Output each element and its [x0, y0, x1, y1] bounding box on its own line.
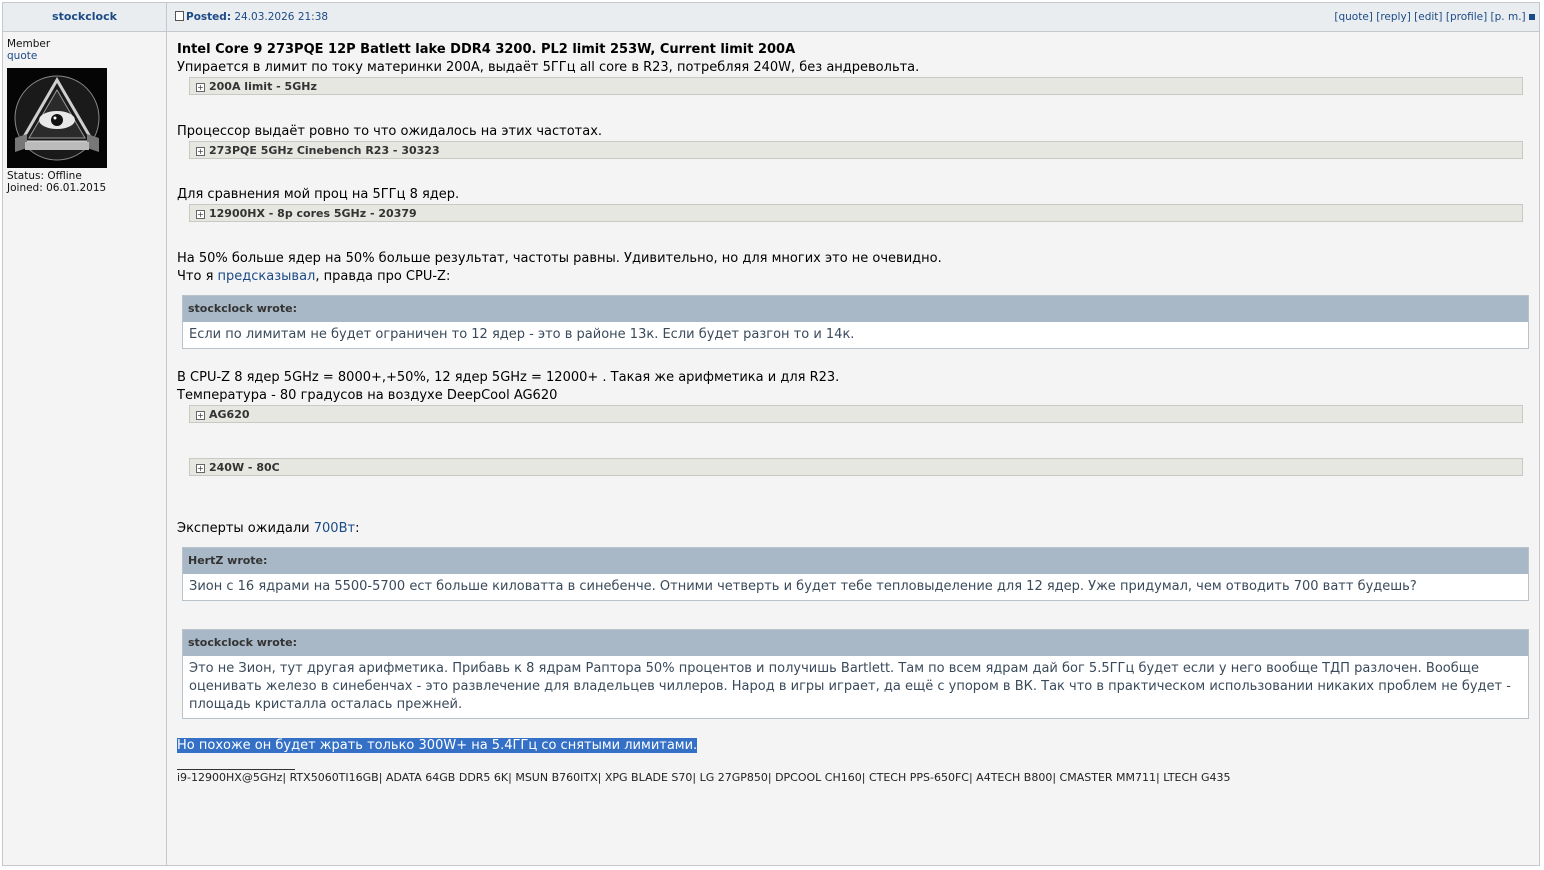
author-status: Status: Offline	[7, 170, 82, 182]
expand-icon: +	[196, 209, 205, 219]
reply-action[interactable]: [reply]	[1376, 11, 1411, 23]
quote-body: Если по лимитам не будет ограничен то 12…	[189, 327, 855, 342]
quote-header: stockclock wrote:	[183, 630, 1528, 656]
post-body: Intel Core 9 273PQE 12P Batlett lake DDR…	[177, 41, 1529, 786]
text: :	[355, 521, 360, 536]
quote-block: stockclock wrote: Если по лимитам не буд…	[182, 295, 1529, 349]
quote-header: stockclock wrote:	[183, 296, 1528, 322]
edit-action[interactable]: [edit]	[1414, 11, 1442, 23]
posted-date: 24.03.2026 21:38	[234, 11, 329, 23]
author-meta: Member quote Status: Offline Joined: 06.	[3, 32, 166, 200]
author-column: stockclock Member quote Status: Offline …	[3, 3, 167, 865]
paragraph: Температура - 80 градусов на воздухе Dee…	[177, 388, 558, 403]
spoiler-title: 273PQE 5GHz Cinebench R23 - 30323	[209, 144, 440, 157]
quote-header: HertZ wrote:	[183, 548, 1528, 574]
quote-action[interactable]: [quote]	[1334, 11, 1373, 23]
expand-icon: +	[196, 410, 205, 420]
700w-link[interactable]: 700Вт	[314, 521, 355, 536]
top-anchor-icon[interactable]	[1529, 14, 1535, 20]
paragraph: Для сравнения мой проц на 5ГГц 8 ядер.	[177, 187, 460, 202]
spoiler-title: 12900HX - 8p cores 5GHz - 20379	[209, 207, 417, 220]
author-name[interactable]: stockclock	[3, 3, 166, 32]
quote-body: Зион с 16 ядрами на 5500-5700 ест больше…	[189, 579, 1417, 594]
spoiler-toggle[interactable]: +12900HX - 8p cores 5GHz - 20379	[189, 204, 1523, 222]
paragraph: Эксперты ожидали 700Вт:	[177, 520, 1529, 538]
spoiler-title: 200A limit - 5GHz	[209, 80, 317, 93]
post-frame: stockclock Member quote Status: Offline …	[2, 2, 1540, 866]
selected-paragraph: Но похоже он будет жрать только 300W+ на…	[177, 737, 1529, 755]
expand-icon: +	[196, 82, 205, 92]
text: , правда про CPU-Z:	[315, 269, 451, 284]
text: Эксперты ожидали	[177, 521, 314, 536]
paragraph: Упирается в лимит по току материнки 200А…	[177, 60, 920, 75]
post-actions: [quote] [reply] [edit] [profile] [p. m.]	[1334, 3, 1535, 31]
author-joined: Joined: 06.01.2015	[7, 182, 107, 194]
author-quote-link[interactable]: quote	[7, 50, 37, 62]
post-title: Intel Core 9 273PQE 12P Batlett lake DDR…	[177, 42, 796, 57]
quote-body: Это не Зион, тут другая арифметика. Приб…	[189, 661, 1511, 712]
avatar	[7, 68, 107, 168]
author-rank: Member	[7, 38, 51, 50]
selected-text: Но похоже он будет жрать только 300W+ на…	[177, 738, 698, 753]
spoiler-toggle[interactable]: +240W - 80C	[189, 458, 1523, 476]
profile-action[interactable]: [profile]	[1446, 11, 1487, 23]
paragraph: На 50% больше ядер на 50% больше результ…	[177, 251, 942, 266]
post-column: Posted: 24.03.2026 21:38 [quote] [reply]…	[167, 3, 1539, 865]
paragraph: Что я предсказывал, правда про CPU-Z:	[177, 268, 1529, 286]
text: Что я	[177, 269, 218, 284]
predicted-link[interactable]: предсказывал	[218, 269, 316, 284]
paragraph: Процессор выдаёт ровно то что ожидалось …	[177, 124, 603, 139]
quote-block: HertZ wrote: Зион с 16 ядрами на 5500-57…	[182, 547, 1529, 601]
posted-info: Posted: 24.03.2026 21:38	[175, 3, 328, 31]
quote-block: stockclock wrote: Это не Зион, тут друга…	[182, 629, 1529, 719]
spoiler-toggle[interactable]: +273PQE 5GHz Cinebench R23 - 30323	[189, 141, 1523, 159]
spoiler-toggle[interactable]: +200A limit - 5GHz	[189, 77, 1523, 95]
paragraph: В CPU-Z 8 ядер 5GHz = 8000+,+50%, 12 яде…	[177, 370, 840, 385]
spoiler-title: 240W - 80C	[209, 461, 280, 474]
post-icon	[175, 11, 184, 21]
expand-icon: +	[196, 146, 205, 156]
expand-icon: +	[196, 463, 205, 473]
posted-label: Posted:	[186, 11, 232, 23]
pm-action[interactable]: [p. m.]	[1491, 11, 1526, 23]
all-seeing-eye-icon	[7, 68, 107, 168]
signature: i9-12900HX@5GHz| RTX5060TI16GB| ADATA 64…	[177, 771, 1231, 784]
spoiler-title: AG620	[209, 408, 250, 421]
spoiler-toggle[interactable]: + AG620	[189, 405, 1523, 423]
post-header: Posted: 24.03.2026 21:38 [quote] [reply]…	[167, 3, 1539, 32]
